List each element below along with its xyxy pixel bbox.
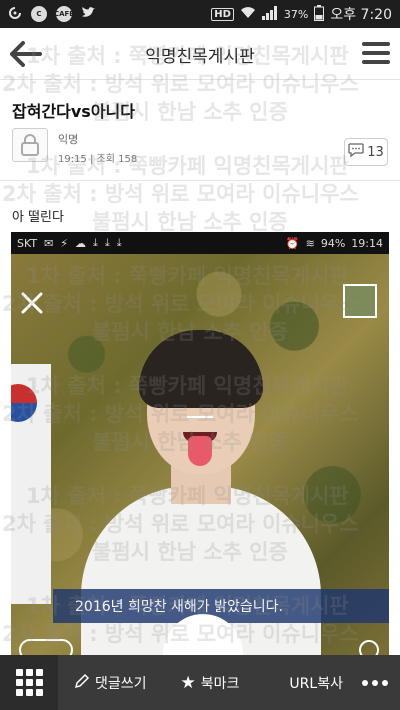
page-title: 익명친목게시판 — [145, 47, 255, 67]
status-bar: C CAFE HD 37% 오후 7:20 — [0, 0, 400, 28]
post-body-text: 아 떨린다 — [12, 210, 64, 225]
post-title: 잡혀간다vs아니다 — [12, 102, 135, 121]
embedded-time: 19:14 — [351, 236, 383, 250]
speech-bubble-icon — [348, 143, 364, 161]
cafe-icon: CAFE — [54, 6, 74, 22]
embedded-battery: 94% — [320, 236, 346, 250]
c-app-icon: C — [31, 6, 47, 22]
gmail-icon: ✉ — [44, 236, 54, 250]
apps-grid-button[interactable] — [0, 655, 58, 710]
embedded-screenshot[interactable]: SKT ✉ ⚡ ☁ ⤓ ⤓ ⤓ ⏰ ≋ 94% 19:14 2016년 희망찬 … — [11, 232, 389, 655]
swirl-icon — [8, 6, 22, 23]
copy-url-label: URL복사 — [289, 675, 343, 692]
video-control-left[interactable] — [19, 639, 73, 655]
video-control-right[interactable] — [359, 640, 379, 655]
system-icons: HD 37% 오후 7:20 — [211, 4, 392, 24]
bookmark-label: 북마크 — [200, 675, 240, 692]
watermark-line: 2차 출처 : 방석 위로 모여라 이슈니우스 — [2, 182, 359, 206]
app-screen: C CAFE HD 37% 오후 7:20 익명친목게시판 잡혀간다vs아니다 … — [0, 0, 400, 710]
download-icon: ⤓ — [93, 236, 98, 249]
embedded-status-bar: SKT ✉ ⚡ ☁ ⤓ ⤓ ⤓ ⏰ ≋ 94% 19:14 — [11, 232, 389, 254]
pencil-icon — [74, 673, 90, 693]
more-options-icon[interactable] — [362, 679, 388, 686]
close-icon[interactable] — [19, 290, 45, 316]
download-icon: ⤓ — [104, 236, 110, 249]
post-author: 익명 — [58, 133, 79, 146]
hamburger-menu-icon[interactable] — [362, 42, 390, 66]
copy-url-button[interactable]: URL복사 — [289, 673, 343, 693]
write-comment-button[interactable]: 댓글쓰기 — [74, 673, 147, 693]
battery-icon — [314, 4, 325, 24]
status-time: 오후 7:20 — [330, 7, 392, 23]
grid-icon — [15, 669, 43, 696]
tongue-sticker — [188, 436, 212, 466]
alarm-icon: ⏰ — [285, 236, 300, 250]
signal-icon — [261, 5, 278, 23]
bottom-action-bar: 댓글쓰기 ★ 북마크 URL복사 — [0, 655, 400, 710]
battery-percent: 37% — [283, 7, 309, 21]
download-icon: ⤓ — [116, 236, 122, 249]
post-divider — [0, 180, 400, 181]
write-comment-label: 댓글쓰기 — [95, 675, 147, 692]
notification-icons: C CAFE — [8, 6, 96, 23]
hd-badge: HD — [211, 7, 234, 21]
comment-count-button[interactable]: 13 — [344, 138, 388, 166]
app-header: 익명친목게시판 — [0, 28, 400, 80]
comment-count-value: 13 — [367, 144, 384, 160]
video-frame: 2016년 희망찬 새해가 밝았습니다. — [11, 254, 389, 655]
post-meta: 19:15 | 조회 158 — [58, 154, 138, 165]
dash-mark — [187, 416, 213, 418]
cloud-icon: ☁ — [75, 236, 87, 250]
star-icon: ★ — [180, 672, 196, 693]
wifi-icon — [240, 6, 256, 22]
twitter-icon — [81, 6, 96, 22]
wifi-icon: ≋ — [305, 236, 315, 250]
bookmark-button[interactable]: ★ 북마크 — [181, 673, 240, 693]
bolt-icon: ⚡ — [60, 236, 69, 250]
lock-icon — [12, 128, 48, 162]
video-thumbnail[interactable] — [343, 284, 377, 318]
embedded-carrier: SKT — [17, 236, 38, 250]
